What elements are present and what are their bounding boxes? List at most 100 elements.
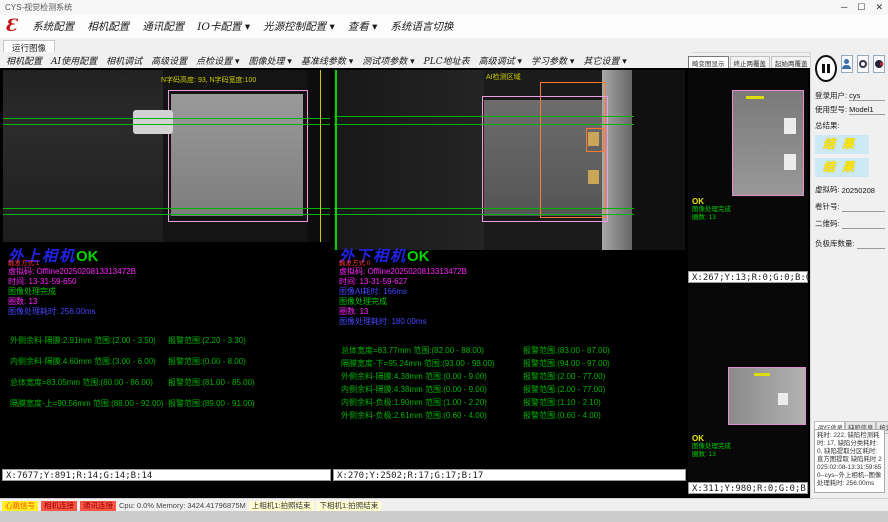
left-camera-image[interactable]: N字码高度: 93, N字码宽度:100 <box>3 70 330 242</box>
left-measurements: 外侧余料-隔膜:2.91mm 范围:(2.00 - 3.50) 报警范围:(2.… <box>10 335 164 419</box>
alarm-range: 报警范围:(1.10 - 2.10) <box>523 397 601 408</box>
capture-time: 时间: 13-31-59-627 <box>339 277 467 287</box>
tool-test-params[interactable]: 测试项参数 ▾ <box>362 54 414 67</box>
alarm-range: 报警范围:(94.00 - 97.00) <box>523 358 610 369</box>
bright-tab <box>784 154 796 170</box>
processing-elapsed: 图像处理耗时: 256.00ms <box>8 307 136 317</box>
virtual-code-value: 20250208 <box>842 186 885 195</box>
menu-light-config[interactable]: 光源控制配置 ▾ <box>263 19 335 34</box>
window-controls: ─ ☐ ✕ <box>841 2 883 13</box>
right-bottom-panel: OK 图像处理完成 圈数: 13 X:311;Y:980;R:0;G:0;B:0 <box>688 283 808 494</box>
right-top-image[interactable]: OK 图像处理完成 圈数: 13 <box>688 70 808 270</box>
tool-other-settings[interactable]: 其它设置 ▾ <box>583 54 626 67</box>
baseline-green <box>3 124 330 125</box>
toolbar: 相机配置 AI使用配置 相机调试 高级设置 点检设置 ▾ 图像处理 ▾ 基准线参… <box>0 52 692 68</box>
virtual-code-row: 虚拟码: 20250208 <box>815 184 885 195</box>
measurement-text: 内侧余料-负极:1.90mm 范围:(1.00 - 2.20) <box>341 398 487 407</box>
tool-advanced-settings[interactable]: 高级设置 <box>151 54 187 67</box>
bright-tab <box>784 118 796 134</box>
measurement-text: 外侧余料-隔膜:4.38mm 范围:(0.00 - 9.00) <box>341 372 487 381</box>
lower-camera-status: 下相机1:拍照结束 <box>317 501 382 511</box>
middle-camera-image[interactable]: AI检测区域 <box>334 70 685 250</box>
result-ok: OK <box>692 198 731 206</box>
login-user-value: cys <box>849 91 885 101</box>
menu-view[interactable]: 查看 ▾ <box>348 19 378 34</box>
measurement-row: 外侧余料-隔膜:2.91mm 范围:(2.00 - 3.50) 报警范围:(2.… <box>10 335 164 356</box>
yellow-mark <box>746 96 764 99</box>
turn-count: 圈数: 13 <box>8 297 136 307</box>
bright-tab <box>778 393 788 405</box>
alarm-range: 报警范围:(89.00 - 91.00) <box>168 398 255 409</box>
processing-done: 图像处理完成 <box>692 443 731 451</box>
middle-camera-panel: AI检测区域 外下相机OK 触发方式:0 虚拟码: Offline2025020… <box>333 70 686 481</box>
processing-done: 图像处理完成 <box>692 206 731 214</box>
info-log-box[interactable]: 耗时: 222, 缺陷检测耗时: 17, 缺陷分类耗时: 0, 缺陷提取分区耗时… <box>814 429 885 493</box>
menu-io-config[interactable]: IO卡配置 ▾ <box>197 19 250 34</box>
menu-language-switch[interactable]: 系统语言切换 <box>390 19 453 34</box>
measurement-text: 隔膜宽度-上=90.56mm 范围:(88.00 - 92.00) <box>10 399 164 408</box>
tool-advanced-debug[interactable]: 高级调试 ▾ <box>479 54 522 67</box>
turn-count: 圈数: 13 <box>692 451 731 459</box>
statusbar: 心跳信号 相机连接 通讯连接 Cpu: 0.0% Memory: 3424.41… <box>0 498 888 512</box>
machinery-background <box>334 70 484 250</box>
image-annotation: AI检测区域 <box>486 72 521 82</box>
window-title: CYS-视觉检测系统 <box>5 2 72 13</box>
middle-pixel-status: X:270;Y:2502;R:17;G:17;B:17 <box>333 469 686 481</box>
tool-image-processing[interactable]: 图像处理 ▾ <box>249 54 292 67</box>
pause-icon <box>827 64 830 73</box>
right-top-pixel-status: X:267;Y:13;R:0;G:0;B:0 <box>688 271 808 283</box>
pause-icon <box>822 64 825 73</box>
measurement-row: 外侧余料-隔膜:4.38mm 范围:(0.00 - 9.00) 报警范围:(2.… <box>341 371 495 384</box>
result-ok: OK <box>407 248 430 265</box>
left-overlay: 外上相机OK 触发方式:1 虚拟码: Offline20250208133134… <box>8 252 136 317</box>
machinery-background <box>3 70 163 242</box>
right-bottom-image[interactable]: OK 图像处理完成 圈数: 13 <box>688 283 808 481</box>
menu-system-config[interactable]: 系统配置 <box>32 19 74 34</box>
menu-comm-config[interactable]: 通讯配置 <box>142 19 184 34</box>
exit-icon <box>875 60 883 68</box>
left-pixel-status: X:7677;Y:891;R:14;G:14;B:14 <box>2 469 331 481</box>
main-view-area: N字码高度: 93, N字码宽度:100 外上相机OK 触发方式:1 虚拟码: … <box>0 68 810 498</box>
tool-baseline-params[interactable]: 基准线参数 ▾ <box>301 54 353 67</box>
menubar: Ɛ 系统配置 相机配置 通讯配置 IO卡配置 ▾ 光源控制配置 ▾ 查看 ▾ 系… <box>0 15 888 39</box>
tool-spot-check[interactable]: 点检设置 ▾ <box>196 54 239 67</box>
titlebar: CYS-视觉检测系统 ─ ☐ ✕ <box>0 0 888 16</box>
measurement-text: 外侧余料-负极:2.61mm 范围:(0.60 - 4.00) <box>341 411 487 420</box>
pause-button[interactable] <box>815 55 837 82</box>
virtual-code: 虚拟码: Offline2025020813313472B <box>8 267 136 277</box>
baseline-green <box>3 214 330 215</box>
close-button[interactable]: ✕ <box>875 2 883 13</box>
sidebar-buttons <box>815 55 885 87</box>
processing-done: 图像处理完成 <box>339 297 467 307</box>
model-label: 使用型号: <box>815 104 847 115</box>
virtual-code: 虚拟码: Offline2025020813313472B <box>339 267 467 277</box>
user-button[interactable] <box>841 55 853 73</box>
tool-learning-params[interactable]: 学习参数 ▾ <box>531 54 574 67</box>
capture-time: 时间: 13-31-59-650 <box>8 277 136 287</box>
measurement-row: 内侧余料-隔膜:4.60mm 范围:(3.00 - 6.00) 报警范围:(0.… <box>10 356 164 377</box>
tool-camera-config[interactable]: 相机配置 <box>6 54 42 67</box>
measurement-row: 隔膜宽度-下=95.24mm 范围:(93.00 - 98.00) 报警范围:(… <box>341 358 495 371</box>
baseline-green-vertical <box>335 70 337 250</box>
baseline-green <box>3 208 330 209</box>
model-value[interactable]: Model1 <box>849 105 885 115</box>
needle-label: 卷针号: <box>815 201 840 212</box>
tool-ai-config[interactable]: AI使用配置 <box>51 54 97 67</box>
maximize-button[interactable]: ☐ <box>857 2 865 13</box>
measurement-text: 隔膜宽度-下=95.24mm 范围:(93.00 - 98.00) <box>341 359 495 368</box>
result-ok: OK <box>76 248 99 265</box>
tool-plc-address[interactable]: PLC地址表 <box>424 54 470 67</box>
settings-button[interactable] <box>857 55 869 73</box>
exit-button[interactable] <box>873 55 885 73</box>
qr-label: 二维码: <box>815 218 840 229</box>
minimize-button[interactable]: ─ <box>841 2 847 13</box>
stock-label: 负极库数量: <box>815 238 855 249</box>
tool-camera-debug[interactable]: 相机调试 <box>106 54 142 67</box>
menu-camera-config[interactable]: 相机配置 <box>87 19 129 34</box>
needle-row: 卷针号: <box>815 201 885 212</box>
app-window: CYS-视觉检测系统 ─ ☐ ✕ Ɛ 系统配置 相机配置 通讯配置 IO卡配置 … <box>0 0 888 522</box>
baseline-green <box>334 116 634 117</box>
needle-value <box>842 202 885 212</box>
virtual-code-label: 虚拟码: <box>815 184 840 195</box>
baseline-green <box>334 214 634 215</box>
